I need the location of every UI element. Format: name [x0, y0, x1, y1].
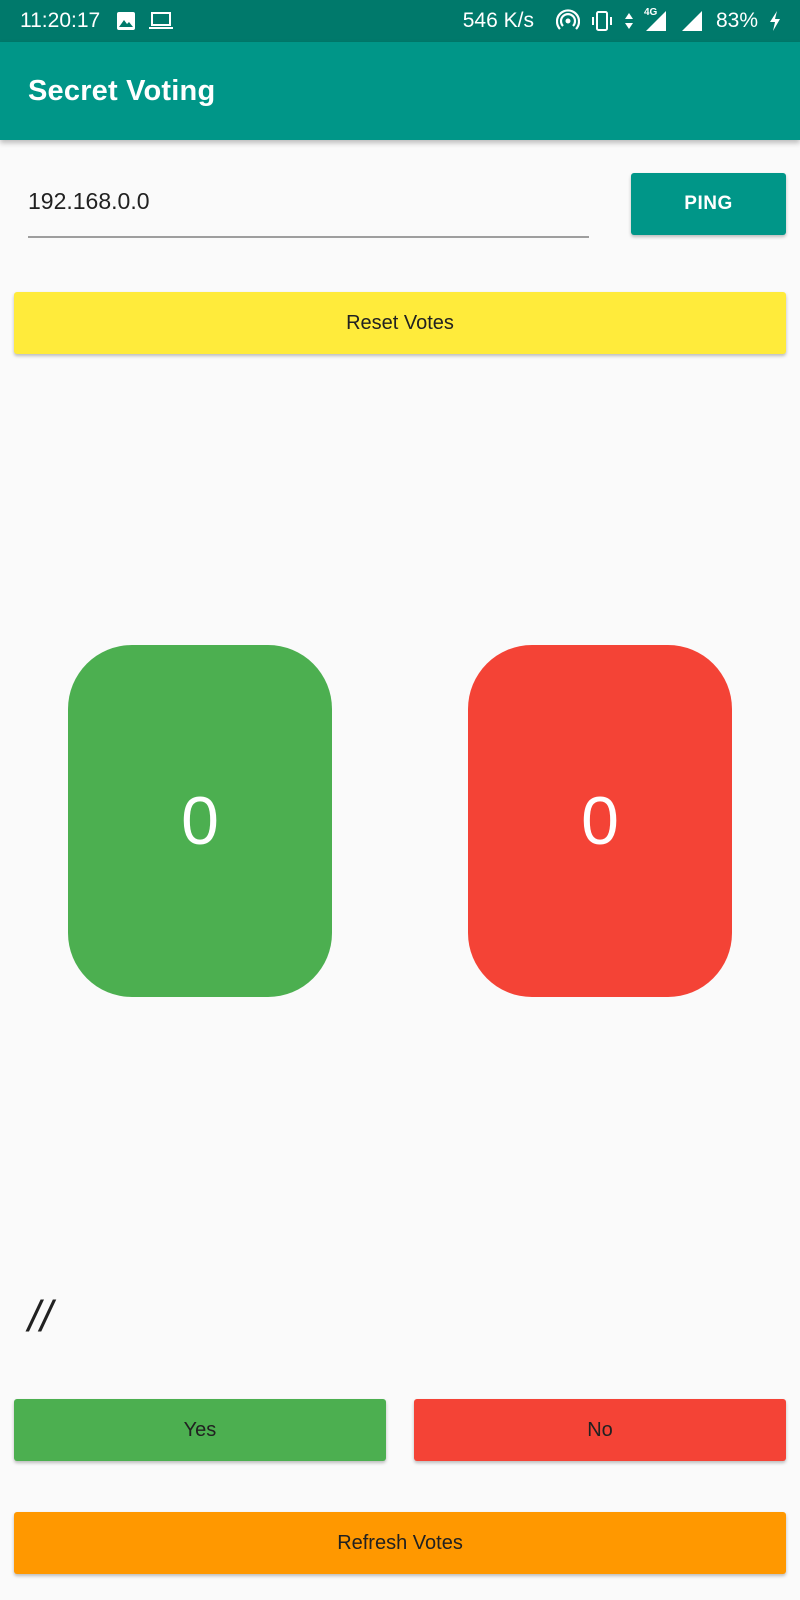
signal-icon: 4G	[643, 7, 670, 33]
no-vote-card: 0	[468, 645, 732, 997]
status-left-group: 11:20:17	[20, 9, 186, 33]
refresh-votes-button[interactable]: Refresh Votes	[14, 1512, 786, 1574]
yes-vote-count: 0	[181, 783, 219, 859]
ping-button[interactable]: PING	[631, 173, 786, 235]
data-arrows-icon	[624, 11, 634, 31]
charging-bolt-icon	[768, 10, 782, 32]
vibrate-icon	[590, 9, 614, 33]
app-bar: Secret Voting	[0, 42, 800, 140]
ip-field[interactable]	[28, 172, 589, 238]
signal-full-icon	[680, 9, 704, 33]
network-speed: 546 K/s	[462, 9, 534, 32]
laptop-icon	[148, 11, 174, 31]
yes-vote-card: 0	[68, 645, 332, 997]
hotspot-icon	[555, 9, 580, 33]
reset-votes-button[interactable]: Reset Votes	[14, 292, 786, 354]
image-icon	[116, 11, 136, 31]
ip-address-input[interactable]	[28, 172, 589, 234]
status-text: //	[28, 1292, 53, 1341]
status-bar: 11:20:17 546 K/s 4G 83%	[0, 0, 800, 42]
battery-percent: 83%	[715, 9, 758, 32]
status-right-group: 546 K/s 4G 83%	[462, 7, 782, 33]
yes-button[interactable]: Yes	[14, 1399, 386, 1461]
app-title: Secret Voting	[28, 74, 216, 107]
network-type-label: 4G	[643, 7, 658, 18]
status-time: 11:20:17	[20, 9, 101, 32]
no-vote-count: 0	[581, 783, 619, 859]
no-button[interactable]: No	[414, 1399, 786, 1461]
